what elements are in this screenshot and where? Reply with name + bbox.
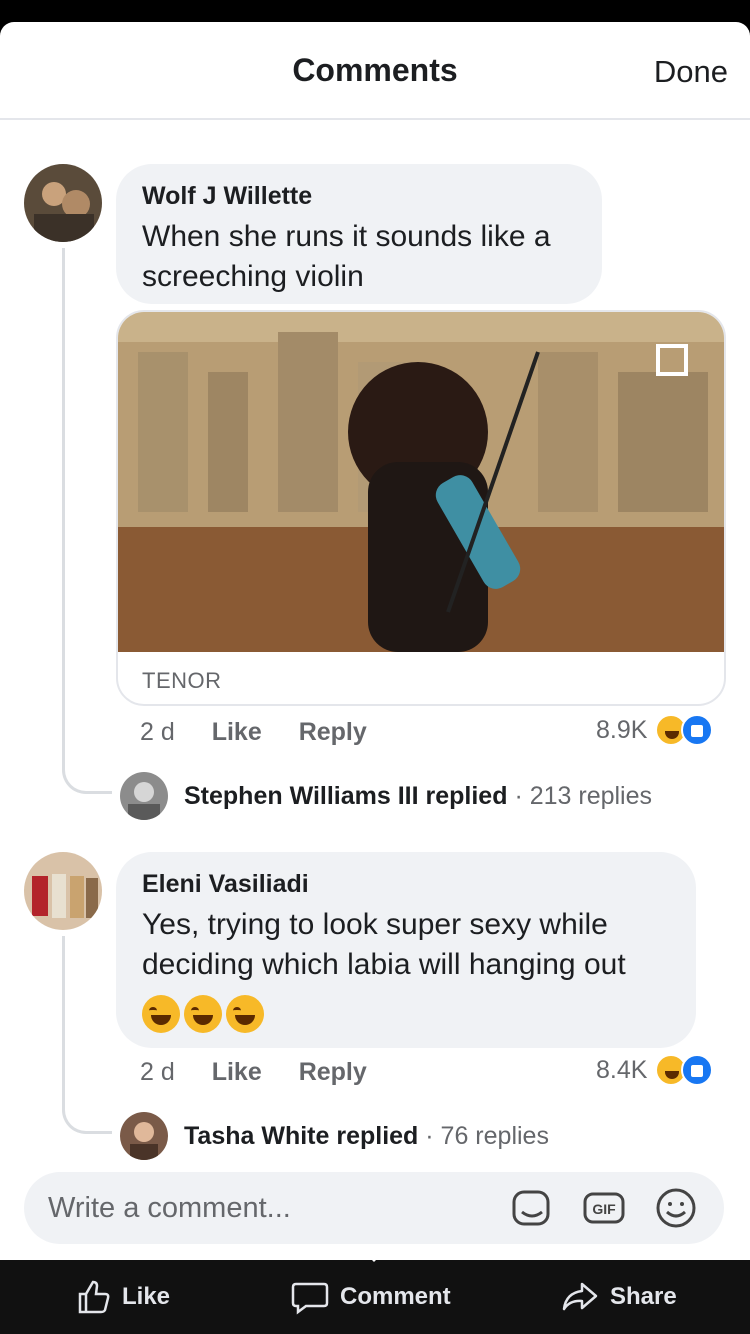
rofl-emoji: [184, 995, 222, 1033]
emoji-icon[interactable]: [654, 1186, 698, 1230]
comment-text: When she runs it sounds like a screechin…: [142, 220, 551, 293]
comment-author[interactable]: Wolf J Willette: [142, 182, 576, 211]
comment-age: 2 d: [140, 1058, 175, 1086]
like-icon: [681, 714, 714, 746]
reaction-summary[interactable]: 8.9K: [596, 714, 714, 746]
gif-icon[interactable]: GIF: [582, 1186, 626, 1230]
comment-input[interactable]: [48, 1186, 488, 1230]
like-post-label: Like: [122, 1283, 171, 1310]
comment-meta: 2 d Like Reply: [140, 1058, 367, 1087]
thread-connector: [62, 764, 112, 794]
like-icon: [681, 1054, 714, 1086]
comment-post-button[interactable]: Comment: [290, 1278, 451, 1316]
comment-bubble: Eleni Vasiliadi Yes, trying to look supe…: [116, 852, 696, 1048]
thumbs-up-icon: [78, 1280, 110, 1314]
like-post-button[interactable]: Like: [74, 1278, 170, 1316]
reaction-count: 8.4K: [596, 1055, 648, 1084]
comment-author[interactable]: Eleni Vasiliadi: [142, 870, 670, 899]
gif-source-label: TENOR: [142, 668, 222, 693]
avatar[interactable]: [120, 1112, 168, 1160]
like-comment-button[interactable]: Like: [212, 718, 262, 746]
comments-header: Comments Done: [0, 22, 750, 120]
replier-name: Stephen Williams III: [184, 782, 419, 810]
gif-attachment[interactable]: TENOR: [116, 310, 726, 706]
like-comment-button[interactable]: Like: [212, 1058, 262, 1086]
reply-summary[interactable]: Tasha White replied · 76 replies: [184, 1122, 549, 1151]
reply-summary[interactable]: Stephen Williams III replied · 213 repli…: [184, 782, 652, 811]
avatar[interactable]: [24, 852, 102, 930]
sheet-pointer: [360, 1248, 388, 1262]
reaction-summary[interactable]: 8.4K: [596, 1054, 714, 1086]
comment-post-label: Comment: [340, 1283, 451, 1310]
replied-label: replied: [336, 1122, 419, 1150]
comment-text: Yes, trying to look super sexy while dec…: [142, 908, 626, 981]
comment-composer: GIF: [24, 1172, 724, 1244]
replied-label: replied: [425, 782, 508, 810]
comment-age: 2 d: [140, 718, 175, 746]
comments-sheet: Comments Done Wolf J Willette When she r…: [0, 22, 750, 1260]
comment-bubble-icon: [291, 1282, 329, 1315]
gif-image: [118, 312, 724, 652]
post-action-bar: Like Comment Share: [0, 1248, 750, 1334]
avatar[interactable]: [24, 164, 102, 242]
reply-count: · 213 replies: [514, 782, 653, 810]
share-post-label: Share: [610, 1283, 677, 1310]
comment-bubble: Wolf J Willette When she runs it sounds …: [116, 164, 602, 304]
thread-connector: [62, 1104, 112, 1134]
reply-button[interactable]: Reply: [299, 1058, 367, 1086]
rofl-emoji: [142, 995, 180, 1033]
reply-button[interactable]: Reply: [299, 718, 367, 746]
sticker-icon[interactable]: [510, 1186, 554, 1230]
comment-meta: 2 d Like Reply: [140, 718, 367, 747]
done-button[interactable]: Done: [654, 54, 728, 90]
share-post-button[interactable]: Share: [560, 1278, 677, 1316]
svg-text:GIF: GIF: [592, 1201, 616, 1217]
reaction-count: 8.9K: [596, 715, 648, 744]
reply-count: · 76 replies: [425, 1122, 549, 1150]
rofl-emoji: [226, 995, 264, 1033]
thread-line: [62, 936, 65, 1106]
share-arrow-icon: [562, 1282, 598, 1311]
avatar[interactable]: [120, 772, 168, 820]
emoji-row: [142, 995, 670, 1033]
page-title: Comments: [292, 52, 458, 88]
thread-line: [62, 248, 65, 768]
replier-name: Tasha White: [184, 1122, 330, 1150]
